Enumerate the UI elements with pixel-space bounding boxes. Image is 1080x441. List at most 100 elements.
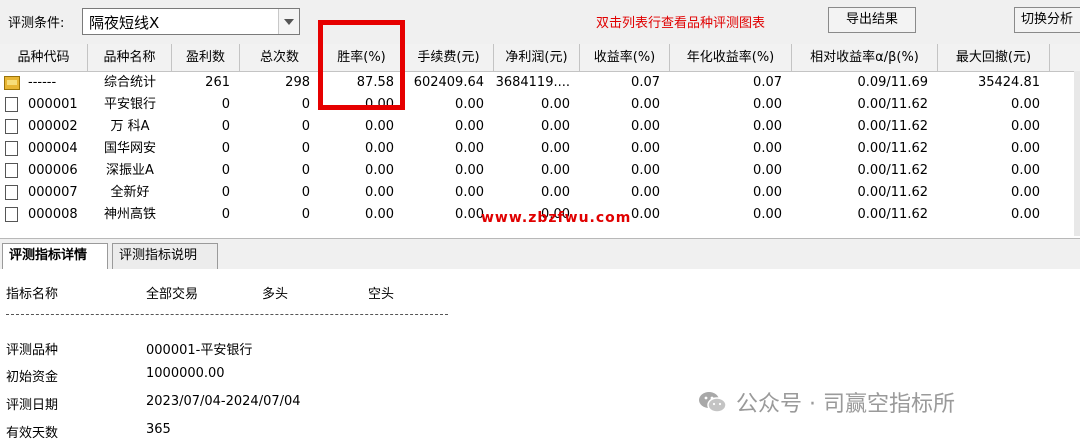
cell-total: 0 <box>301 185 310 200</box>
column-header-code[interactable]: 品种代码 <box>0 44 88 71</box>
cell-annual-return: 0.00 <box>753 185 782 200</box>
cell-winrate: 0.00 <box>365 185 394 200</box>
cell-profit: 0.00 <box>541 97 570 112</box>
cell-fee: 0.00 <box>455 119 484 134</box>
detail-value: 1000000.00 <box>146 366 225 381</box>
cell-total: 0 <box>301 97 310 112</box>
cell-relative-return: 0.00/11.62 <box>857 185 928 200</box>
document-icon <box>5 185 18 200</box>
cell-wins: 0 <box>221 185 230 200</box>
table-row[interactable]: 000006 深振业A 0 0 0.00 0.00 0.00 0.00 0.00 0.00/11.… <box>0 160 1080 182</box>
cell-wins: 0 <box>221 97 230 112</box>
cell-annual-return: 0.07 <box>753 75 782 90</box>
cell-fee: 0.00 <box>455 141 484 156</box>
condition-label: 评测条件: <box>8 16 65 31</box>
column-header-return[interactable]: 收益率(%) <box>580 44 670 71</box>
table-row[interactable]: 000007 全新好 0 0 0.00 0.00 0.00 0.00 0.00 0.00/11.6… <box>0 182 1080 204</box>
detail-label: 初始资金 <box>6 370 59 385</box>
detail-label: 评测品种 <box>6 343 59 358</box>
cell-fee: 0.00 <box>455 163 484 178</box>
cell-name: 万 科A <box>110 119 150 134</box>
cell-max-drawdown: 0.00 <box>1011 119 1040 134</box>
cell-annual-return: 0.00 <box>753 163 782 178</box>
cell-return: 0.00 <box>631 119 660 134</box>
cell-total: 0 <box>301 207 310 222</box>
cell-wins: 0 <box>221 141 230 156</box>
hint-text: 双击列表行查看品种评测图表 <box>596 16 766 31</box>
document-icon <box>5 141 18 156</box>
cell-fee: 0.00 <box>455 185 484 200</box>
cell-return: 0.00 <box>631 185 660 200</box>
detail-label: 有效天数 <box>6 426 59 441</box>
dropdown-button[interactable] <box>278 9 299 34</box>
column-header-annual-return[interactable]: 年化收益率(%) <box>670 44 792 71</box>
cell-total: 0 <box>301 119 310 134</box>
table-row[interactable]: ------ 综合统计 261 298 87.58 602409.64 3684119...… <box>0 72 1080 94</box>
cell-wins: 0 <box>221 119 230 134</box>
cell-annual-return: 0.00 <box>753 207 782 222</box>
cell-name: 全新好 <box>110 185 150 200</box>
column-header-fee[interactable]: 手续费(元) <box>404 44 494 71</box>
cell-profit: 0.00 <box>541 185 570 200</box>
chevron-down-icon <box>284 19 294 25</box>
cell-return: 0.00 <box>631 141 660 156</box>
table-row[interactable]: 000002 万 科A 0 0 0.00 0.00 0.00 0.00 0.00 0.00/11.… <box>0 116 1080 138</box>
cell-wins: 0 <box>221 207 230 222</box>
table-row[interactable]: 000004 国华网安 0 0 0.00 0.00 0.00 0.00 0.00 0.00/11.… <box>0 138 1080 160</box>
detail-header-all: 全部交易 <box>146 287 199 302</box>
cell-relative-return: 0.00/11.62 <box>857 119 928 134</box>
cell-annual-return: 0.00 <box>753 97 782 112</box>
table-row[interactable]: 000001 平安银行 0 0 0.00 0.00 0.00 0.00 0.00 0.00/11.… <box>0 94 1080 116</box>
detail-header-long: 多头 <box>262 287 289 302</box>
cell-max-drawdown: 0.00 <box>1011 185 1040 200</box>
column-header-total[interactable]: 总次数 <box>240 44 320 71</box>
cell-name: 综合统计 <box>103 75 156 90</box>
cell-fee: 0.00 <box>455 97 484 112</box>
detail-value: 000001-平安银行 <box>146 343 253 358</box>
condition-select-value: 隔夜短线X <box>89 14 160 32</box>
detail-header-name: 指标名称 <box>6 287 59 302</box>
tab-detail[interactable]: 评测指标详情 <box>2 243 108 270</box>
column-header-name[interactable]: 品种名称 <box>88 44 172 71</box>
cell-winrate: 0.00 <box>365 163 394 178</box>
cell-max-drawdown: 0.00 <box>1011 141 1040 156</box>
column-header-max-drawdown[interactable]: 最大回撤(元) <box>938 44 1050 71</box>
cell-winrate: 0.00 <box>365 207 394 222</box>
switch-analysis-button[interactable]: 切换分析 <box>1014 7 1080 33</box>
document-icon <box>5 207 18 222</box>
column-header-profit[interactable]: 净利润(元) <box>494 44 580 71</box>
condition-select[interactable]: 隔夜短线X <box>82 8 300 35</box>
cell-name: 平安银行 <box>103 97 156 112</box>
cell-max-drawdown: 35424.81 <box>977 75 1040 90</box>
toolbar: 评测条件: 隔夜短线X 双击列表行查看品种评测图表 导出结果 切换分析 <box>0 0 1080 44</box>
column-header-relative-return[interactable]: 相对收益率α/β(%) <box>792 44 938 71</box>
separator-line <box>6 314 448 315</box>
winrate-highlight-box <box>318 20 405 110</box>
cell-wins: 261 <box>205 75 230 90</box>
cell-relative-return: 0.00/11.62 <box>857 97 928 112</box>
cell-max-drawdown: 0.00 <box>1011 207 1040 222</box>
cell-max-drawdown: 0.00 <box>1011 163 1040 178</box>
cell-name: 深振业A <box>106 163 154 178</box>
tab-explain[interactable]: 评测指标说明 <box>112 243 218 269</box>
cell-relative-return: 0.00/11.62 <box>857 207 928 222</box>
document-icon <box>5 119 18 134</box>
cell-name: 神州高铁 <box>103 207 156 222</box>
cell-relative-return: 0.00/11.62 <box>857 141 928 156</box>
cell-winrate: 0.00 <box>365 119 394 134</box>
results-table: 品种代码 品种名称 盈利数 总次数 胜率(%) 手续费(元) 净利润(元) 收益率(%) 年化收… <box>0 44 1080 236</box>
detail-value: 365 <box>146 422 171 437</box>
cell-name: 国华网安 <box>103 141 156 156</box>
cell-profit: 3684119.... <box>495 75 570 90</box>
cell-return: 0.00 <box>631 97 660 112</box>
cell-total: 0 <box>301 141 310 156</box>
vertical-scrollbar[interactable] <box>1074 71 1080 236</box>
brand-text: 公众号 · 司赢空指标所 <box>736 392 955 417</box>
tab-strip: 评测指标详情 评测指标说明 <box>0 238 1080 270</box>
watermark-text: www.zbzfwu.com <box>481 210 632 226</box>
column-header-wins[interactable]: 盈利数 <box>172 44 240 71</box>
cell-annual-return: 0.00 <box>753 119 782 134</box>
wechat-icon <box>699 392 727 413</box>
document-icon <box>5 97 18 112</box>
export-button[interactable]: 导出结果 <box>828 7 916 33</box>
